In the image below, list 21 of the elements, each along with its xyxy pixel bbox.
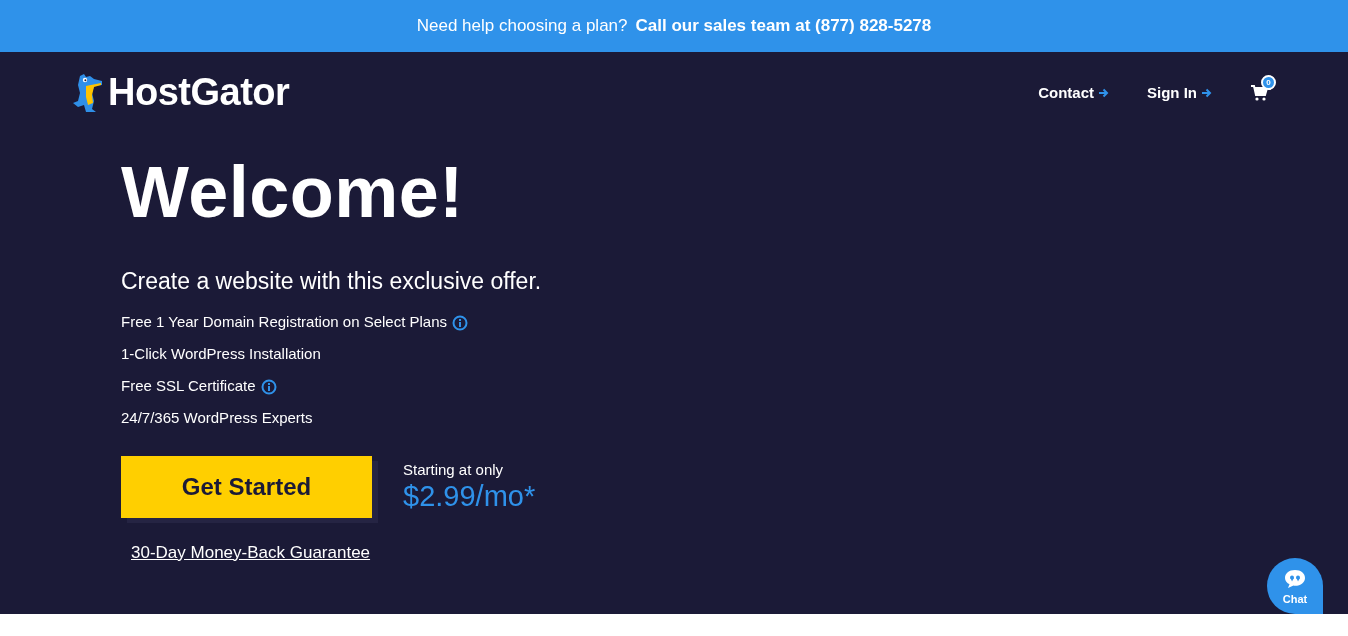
guarantee-link[interactable]: 30-Day Money-Back Guarantee xyxy=(131,539,371,565)
hero-subtitle: Create a website with this exclusive offer. xyxy=(121,267,542,296)
price-text: $2.99/mo* xyxy=(403,481,536,513)
cart-count-badge: 0 xyxy=(1261,75,1276,90)
info-icon[interactable] xyxy=(260,378,277,395)
logo-text[interactable]: HostGator xyxy=(108,72,290,114)
price-label: Starting at only xyxy=(403,459,505,480)
cart-icon[interactable] xyxy=(1250,84,1268,102)
hero-title: Welcome! xyxy=(121,156,464,228)
feature-text: Free 1 Year Domain Registration on Select Plans xyxy=(121,312,447,333)
feature-text: Free SSL Certificate xyxy=(121,376,256,397)
gator-mascot-icon[interactable] xyxy=(72,73,104,113)
nav-link[interactable]: Sign In xyxy=(1147,81,1212,105)
feature-text: 24/7/365 WordPress Experts xyxy=(121,408,313,429)
arrow-right-icon xyxy=(1098,88,1109,98)
info-icon[interactable] xyxy=(452,314,468,331)
banner-text: Need help choosing a plan? xyxy=(416,15,628,38)
feature-text: 1-Click WordPress Installation xyxy=(121,344,321,365)
chat-bubble-icon xyxy=(1284,568,1306,589)
nav-link[interactable]: Contact xyxy=(1038,81,1109,105)
arrow-right-icon xyxy=(1201,88,1212,98)
